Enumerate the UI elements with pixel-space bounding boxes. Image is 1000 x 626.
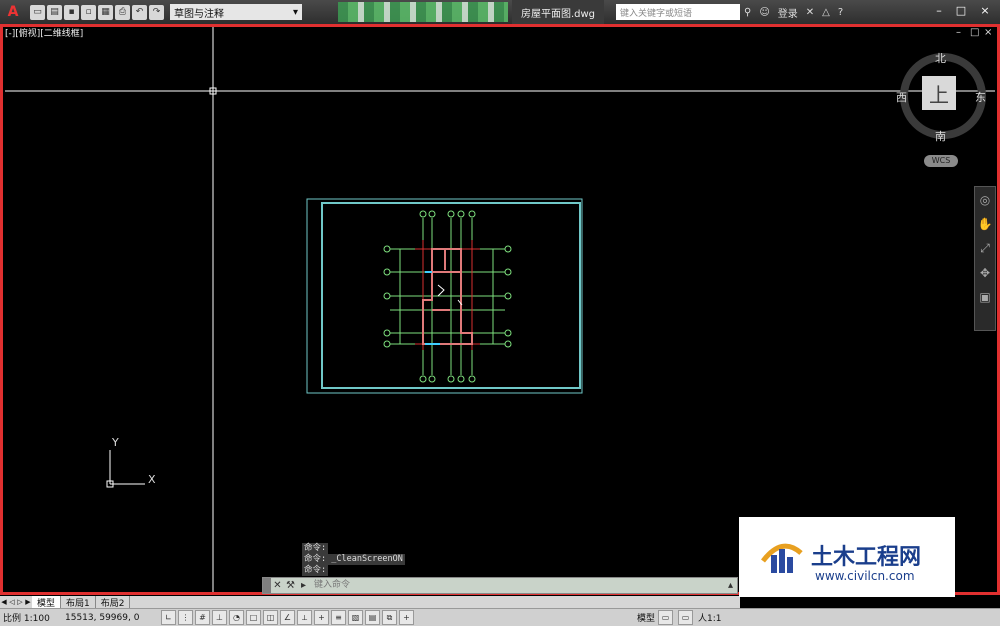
command-line: ✕ ⚒ ▸ 键入命令 ▴ (262, 577, 738, 594)
lineweight-icon[interactable]: ≡ (331, 610, 346, 625)
grid-display-icon[interactable]: # (195, 610, 210, 625)
command-line-grip[interactable] (263, 578, 271, 593)
close-icon[interactable]: ✕ (271, 579, 284, 592)
coordinates-readout: 15513, 59969, 0 (65, 612, 140, 623)
scale-readout[interactable]: 比例 1:100 (0, 611, 59, 624)
wcs-menu[interactable]: WCS (924, 155, 958, 167)
infer-constraints-icon[interactable]: ∟ (161, 610, 176, 625)
chevron-up-icon[interactable]: ▴ (724, 579, 737, 592)
door-details (437, 284, 463, 306)
watermark: 土木工程网 www.civilcn.com (739, 517, 955, 597)
command-history-line: 命令: (302, 543, 329, 554)
tab-model[interactable]: 模型 (32, 595, 62, 609)
quick-properties-icon[interactable]: ▤ (365, 610, 380, 625)
command-prompt-icon[interactable]: ▸ (297, 579, 310, 592)
compass-north[interactable]: 北 (935, 50, 946, 66)
tab-layout1[interactable]: 布局1 (61, 595, 96, 609)
polar-tracking-icon[interactable]: ◔ (229, 610, 244, 625)
zoom-icon[interactable]: ⤢ (980, 241, 990, 256)
ucs-y-label: Y (112, 436, 119, 449)
pan-icon[interactable]: ✋ (978, 217, 993, 231)
layout-tabs: ◀ ◁ ▷ ▶ 模型 布局1 布局2 (0, 595, 740, 609)
wrench-icon[interactable]: ⚒ (284, 579, 297, 592)
compass-west[interactable]: 西 (896, 89, 907, 105)
status-right: 模型 ▭ ▭ 人1:1 (637, 609, 722, 626)
navigation-bar: ◎ ✋ ⤢ ✥ ▣ (974, 186, 996, 331)
ucs-x-label: X (148, 473, 156, 486)
command-history: 命令: 命令: _CleanScreenON 命令: (302, 543, 405, 576)
command-history-line: 命令: _CleanScreenON (302, 554, 405, 565)
command-input[interactable]: 键入命令 (310, 579, 724, 592)
showmotion-icon[interactable]: ▣ (979, 290, 990, 304)
compass-south[interactable]: 南 (935, 128, 946, 144)
axis-grid (390, 218, 505, 375)
prev-tab-icon[interactable]: ◁ (8, 598, 16, 606)
selection-cycling-icon[interactable]: ⧉ (382, 610, 397, 625)
tab-layout2[interactable]: 布局2 (96, 595, 131, 609)
annotation-scale-button[interactable]: 人1:1 (698, 611, 722, 624)
annotation-monitor-icon[interactable]: + (399, 610, 414, 625)
3d-object-snap-icon[interactable]: ◫ (263, 610, 278, 625)
next-tab-icon[interactable]: ▷ (16, 598, 24, 606)
quick-view-drawings-icon[interactable]: ▭ (678, 610, 694, 625)
steering-wheel-icon[interactable]: ◎ (980, 193, 990, 207)
watermark-title: 土木工程网 (811, 545, 922, 570)
ortho-mode-icon[interactable]: ⊥ (212, 610, 227, 625)
transparency-icon[interactable]: ▧ (348, 610, 363, 625)
dynamic-ucs-icon[interactable]: ⟂ (297, 610, 312, 625)
dynamic-input-icon[interactable]: + (314, 610, 329, 625)
watermark-logo-icon (761, 543, 803, 573)
model-space-button[interactable]: 模型 (637, 611, 655, 624)
quick-view-layouts-icon[interactable]: ▭ (658, 610, 674, 625)
command-history-line: 命令: (302, 565, 329, 576)
compass-east[interactable]: 东 (975, 89, 986, 105)
object-snap-icon[interactable]: □ (246, 610, 261, 625)
ucs-icon (106, 450, 145, 488)
object-snap-tracking-icon[interactable]: ∠ (280, 610, 295, 625)
first-tab-icon[interactable]: ◀ (0, 598, 8, 606)
snap-mode-icon[interactable]: ⋮ (178, 610, 193, 625)
status-bar: 比例 1:100 15513, 59969, 0 ∟ ⋮ # ⊥ ◔ □ ◫ ∠… (0, 608, 1000, 626)
last-tab-icon[interactable]: ▶ (24, 598, 32, 606)
orbit-icon[interactable]: ✥ (980, 266, 990, 280)
viewcube-top-face[interactable]: 上 (922, 76, 956, 110)
watermark-url: www.civilcn.com (815, 569, 915, 583)
